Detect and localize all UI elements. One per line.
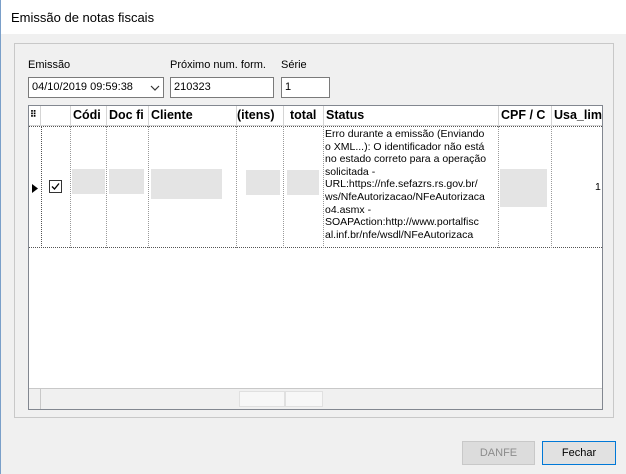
scroll-thumb[interactable] (239, 391, 285, 407)
header-check[interactable] (41, 106, 71, 126)
emissao-value: 04/10/2019 09:59:38 (32, 81, 133, 93)
main-panel: Emissão 04/10/2019 09:59:38 Próximo num.… (14, 43, 614, 418)
header-codigo[interactable]: Códi (71, 106, 107, 126)
header-usa-lim[interactable]: Usa_lim (552, 106, 602, 126)
header-cpf[interactable]: CPF / C (499, 106, 552, 126)
danfe-button[interactable]: DANFE (462, 441, 535, 465)
scroll-thumb-segment[interactable] (285, 391, 323, 407)
redacted-doc (109, 169, 144, 194)
proximo-num-value: 210323 (174, 81, 211, 93)
header-status[interactable]: Status (324, 106, 499, 126)
redacted-codigo (72, 169, 105, 194)
title-bar: Emissão de notas fiscais (1, 0, 626, 34)
notas-grid[interactable]: ⠿ Códi Doc fi Cliente (itens) total Stat… (28, 105, 603, 410)
serie-value: 1 (285, 81, 292, 93)
redacted-itens (246, 170, 280, 195)
serie-label: Série (281, 59, 307, 71)
header-itens[interactable]: (itens) (237, 106, 284, 126)
emissao-datetime-picker[interactable]: 04/10/2019 09:59:38 (28, 77, 164, 98)
fechar-button[interactable]: Fechar (542, 441, 616, 465)
window-title: Emissão de notas fiscais (11, 10, 155, 25)
row-indicator-icon (32, 182, 38, 196)
check-icon (51, 183, 60, 190)
header-cliente[interactable]: Cliente (149, 106, 237, 126)
emissao-window: Emissão de notas fiscais Emissão 04/10/2… (0, 0, 626, 474)
proximo-num-field[interactable]: 210323 (170, 77, 274, 98)
fechar-button-label: Fechar (561, 447, 597, 459)
scroll-corner (29, 389, 41, 409)
emissao-label: Emissão (28, 59, 71, 71)
danfe-button-label: DANFE (479, 447, 518, 459)
chevron-down-icon[interactable] (146, 78, 163, 97)
header-total[interactable]: total (284, 106, 324, 126)
column-chooser-icon[interactable]: ⠿ (29, 106, 41, 126)
redacted-total (287, 170, 319, 195)
serie-field[interactable]: 1 (281, 77, 330, 98)
redacted-cliente (151, 169, 222, 199)
usa-lim-value: 1 (595, 181, 601, 193)
row-checkbox[interactable] (49, 180, 62, 193)
header-doc[interactable]: Doc fi (107, 106, 149, 126)
proximo-num-label: Próximo num. form. (170, 59, 266, 71)
redacted-cpf (500, 169, 547, 207)
status-text: Erro durante a emissão (Enviando o XML..… (325, 128, 487, 241)
horizontal-scrollbar[interactable] (29, 388, 602, 409)
